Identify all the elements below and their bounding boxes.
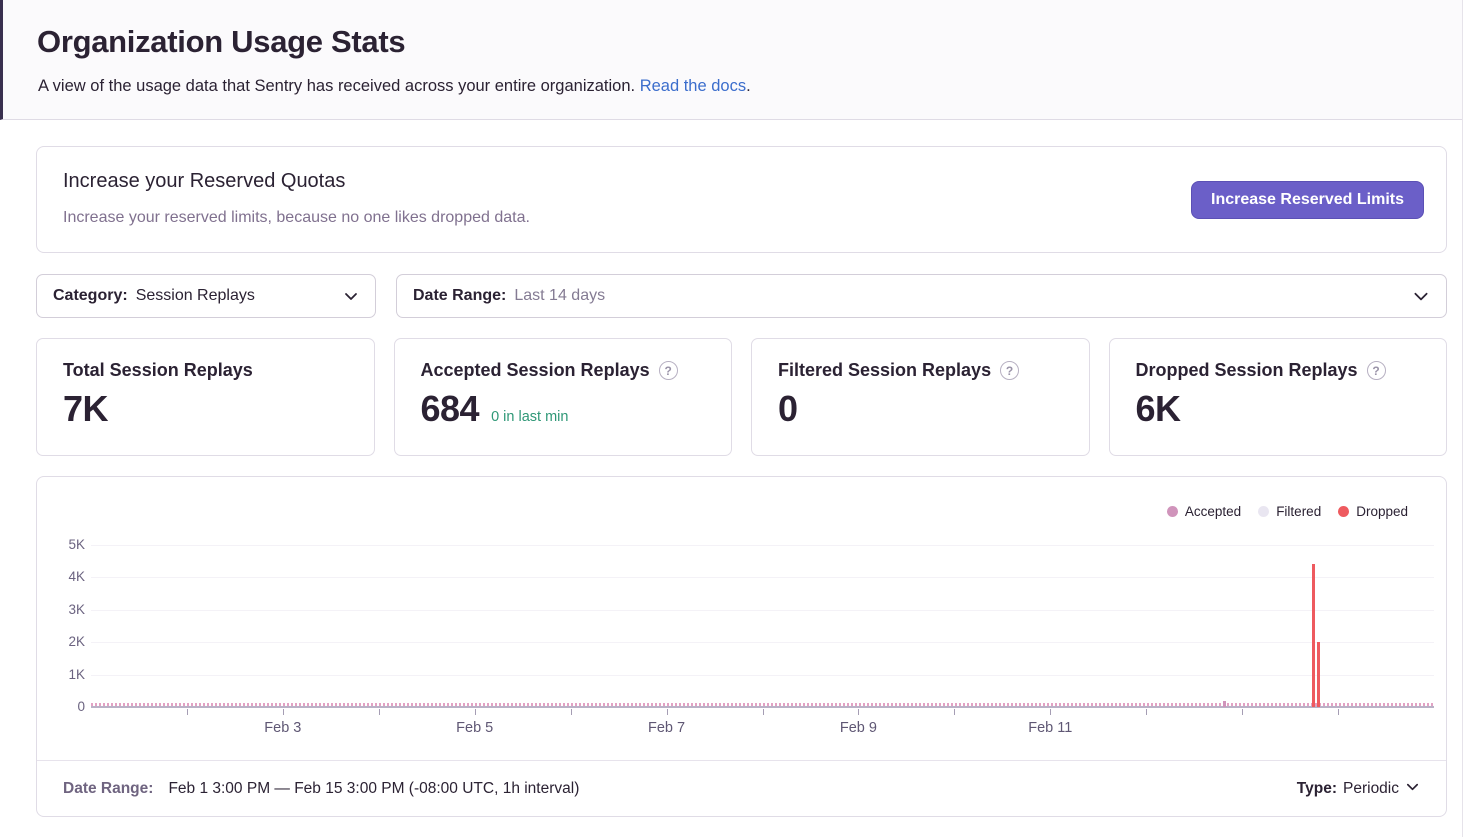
- total-card-value: 7K: [63, 388, 108, 430]
- accepted-bar: [1223, 701, 1226, 707]
- dropped-bar: [1317, 642, 1320, 707]
- y-axis-label: 5K: [47, 537, 85, 552]
- accepted-card-value: 684: [421, 388, 480, 430]
- scrollbar-track[interactable]: [1462, 0, 1484, 837]
- help-icon[interactable]: ?: [1367, 361, 1386, 380]
- chart-footer-bar: Date Range: Feb 1 3:00 PM — Feb 15 3:00 …: [37, 760, 1446, 816]
- x-axis-tick: [1146, 709, 1147, 715]
- x-axis-tick: [667, 709, 668, 715]
- filtered-card: Filtered Session Replays ? 0: [751, 338, 1090, 456]
- type-select-label: Type:: [1297, 780, 1337, 798]
- x-axis-label: Feb 11: [1028, 720, 1072, 736]
- chevron-down-icon: [1405, 779, 1420, 799]
- y-axis-label: 1K: [47, 667, 85, 682]
- gridline: [91, 545, 1434, 546]
- category-select-label: Category:: [53, 287, 128, 305]
- reserved-quota-card: Increase your Reserved Quotas Increase y…: [36, 146, 1447, 253]
- accepted-card: Accepted Session Replays ? 684 0 in last…: [394, 338, 733, 456]
- page-subtitle: A view of the usage data that Sentry has…: [38, 77, 751, 96]
- dropped-bar: [1312, 564, 1315, 707]
- gridline: [91, 675, 1434, 676]
- gridline: [91, 610, 1434, 611]
- dropped-card-title: Dropped Session Replays: [1136, 360, 1358, 381]
- filtered-card-title: Filtered Session Replays: [778, 360, 991, 381]
- quota-card-title: Increase your Reserved Quotas: [63, 170, 345, 193]
- page-title: Organization Usage Stats: [37, 24, 405, 60]
- dropped-card-value: 6K: [1136, 388, 1181, 430]
- gridline: [91, 577, 1434, 578]
- subtitle-text: A view of the usage data that Sentry has…: [38, 77, 635, 95]
- y-axis-label: 3K: [47, 602, 85, 617]
- x-axis-label: Feb 7: [648, 720, 685, 736]
- x-axis-tick: [858, 709, 859, 715]
- type-select-value: Periodic: [1343, 780, 1399, 798]
- usage-chart: AcceptedFilteredDropped 01K2K3K4K5KFeb 3…: [37, 477, 1446, 760]
- read-the-docs-link[interactable]: Read the docs: [640, 77, 746, 95]
- x-axis-tick: [379, 709, 380, 715]
- total-card: Total Session Replays 7K: [36, 338, 375, 456]
- footer-date-range-value: Feb 1 3:00 PM — Feb 15 3:00 PM (-08:00 U…: [168, 780, 579, 798]
- help-icon[interactable]: ?: [659, 361, 678, 380]
- help-icon[interactable]: ?: [1000, 361, 1019, 380]
- type-select[interactable]: Type: Periodic: [1297, 779, 1420, 799]
- category-select-value: Session Replays: [136, 287, 255, 305]
- x-axis-tick: [571, 709, 572, 715]
- y-axis-label: 4K: [47, 569, 85, 584]
- score-cards-row: Total Session Replays 7K Accepted Sessio…: [36, 338, 1447, 456]
- total-card-title: Total Session Replays: [63, 360, 253, 381]
- date-range-select[interactable]: Date Range: Last 14 days: [396, 274, 1447, 318]
- category-select[interactable]: Category: Session Replays: [36, 274, 376, 318]
- x-axis-line: [91, 706, 1434, 708]
- x-axis-tick: [1050, 709, 1051, 715]
- date-range-select-value: Last 14 days: [514, 287, 605, 305]
- accepted-card-trend: 0 in last min: [491, 409, 568, 425]
- x-axis-tick: [1338, 709, 1339, 715]
- x-axis-tick: [1242, 709, 1243, 715]
- y-axis-label: 0: [47, 699, 85, 714]
- filtered-card-value: 0: [778, 388, 798, 430]
- dropped-card: Dropped Session Replays ? 6K: [1109, 338, 1448, 456]
- x-axis-label: Feb 5: [456, 720, 493, 736]
- x-axis-tick: [954, 709, 955, 715]
- date-range-select-label: Date Range:: [413, 287, 506, 305]
- footer-date-range-label: Date Range:: [63, 780, 153, 798]
- gridline: [91, 642, 1434, 643]
- x-axis-label: Feb 3: [264, 720, 301, 736]
- plot-area: [91, 477, 1434, 707]
- chevron-down-icon: [1412, 287, 1430, 305]
- x-axis-tick: [283, 709, 284, 715]
- accepted-card-title: Accepted Session Replays: [421, 360, 650, 381]
- subtitle-period: .: [746, 77, 751, 95]
- quota-card-subtitle: Increase your reserved limits, because n…: [63, 209, 530, 227]
- page-header: Organization Usage Stats A view of the u…: [0, 0, 1462, 120]
- x-axis-label: Feb 9: [840, 720, 877, 736]
- increase-reserved-limits-button[interactable]: Increase Reserved Limits: [1191, 181, 1424, 219]
- chevron-down-icon: [343, 288, 359, 304]
- x-axis-tick: [187, 709, 188, 715]
- x-axis-tick: [475, 709, 476, 715]
- y-axis-label: 2K: [47, 634, 85, 649]
- x-axis-tick: [763, 709, 764, 715]
- usage-chart-panel: AcceptedFilteredDropped 01K2K3K4K5KFeb 3…: [36, 476, 1447, 817]
